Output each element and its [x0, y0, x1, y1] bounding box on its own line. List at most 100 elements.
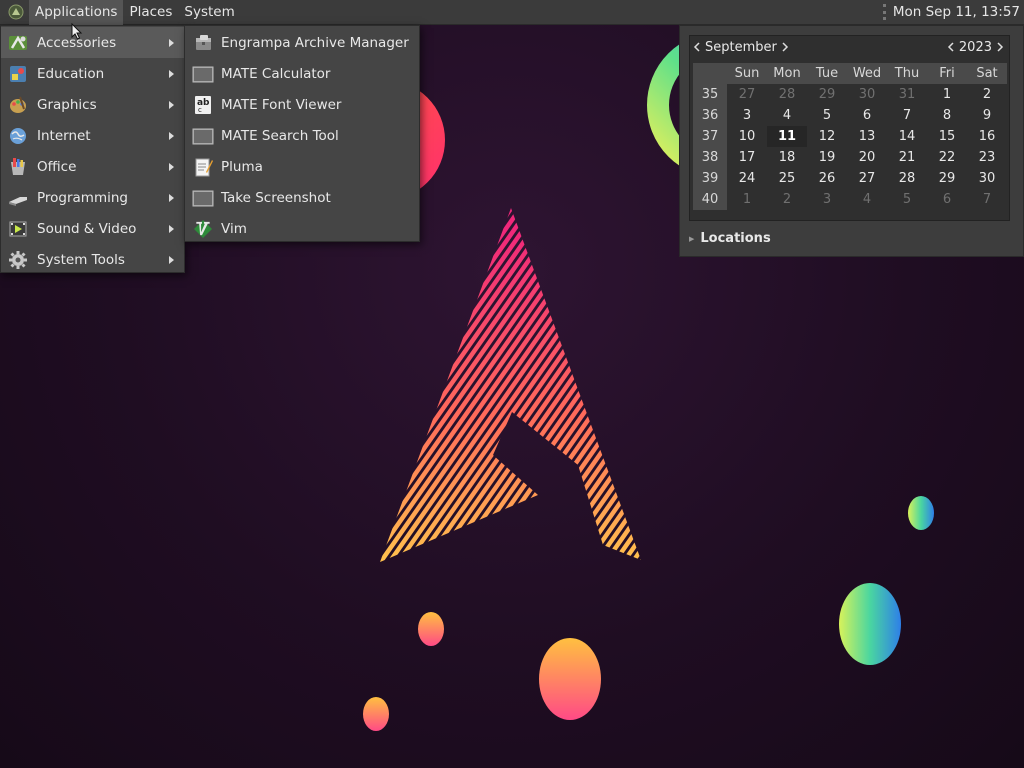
menu-item-take-screenshot[interactable]: Take Screenshot — [185, 182, 419, 213]
system-menu[interactable]: System — [178, 0, 240, 25]
menu-item-font-viewer[interactable]: abc MATE Font Viewer — [185, 89, 419, 120]
accessories-icon — [7, 32, 29, 54]
chevron-right-icon — [167, 213, 175, 244]
calendar-day[interactable]: 8 — [927, 105, 967, 126]
calendar-day[interactable]: 5 — [807, 105, 847, 126]
menu-item-sound-video[interactable]: Sound & Video — [1, 213, 184, 244]
calendar-day[interactable]: 3 — [727, 105, 767, 126]
chevron-right-icon — [167, 58, 175, 89]
distro-logo-icon[interactable] — [6, 2, 26, 22]
calendar-day[interactable]: 17 — [727, 147, 767, 168]
panel-drag-handle[interactable] — [882, 4, 887, 20]
places-menu[interactable]: Places — [123, 0, 178, 25]
calendar-day[interactable]: 20 — [847, 147, 887, 168]
calendar-day[interactable]: 25 — [767, 168, 807, 189]
menu-item-pluma[interactable]: Pluma — [185, 151, 419, 182]
week-number: 37 — [693, 126, 727, 147]
next-month-button[interactable] — [778, 36, 792, 58]
calendar-day[interactable]: 28 — [887, 168, 927, 189]
menu-item-system-tools[interactable]: System Tools — [1, 244, 184, 275]
calendar-day[interactable]: 15 — [927, 126, 967, 147]
locations-expander[interactable]: ▶ Locations — [689, 231, 771, 246]
menu-item-internet[interactable]: Internet — [1, 120, 184, 151]
calendar-day[interactable]: 30 — [847, 84, 887, 105]
weekday-label: Sun — [727, 63, 767, 84]
menu-item-search-tool[interactable]: MATE Search Tool — [185, 120, 419, 151]
education-icon — [7, 63, 29, 85]
graphics-icon — [7, 94, 29, 116]
calendar-day[interactable]: 3 — [807, 189, 847, 210]
calendar-day[interactable]: 1 — [727, 189, 767, 210]
svg-text:b: b — [203, 98, 210, 108]
calendar-day[interactable]: 13 — [847, 126, 887, 147]
menu-item-accessories[interactable]: Accessories — [1, 27, 184, 58]
weekday-header-row: Sun Mon Tue Wed Thu Fri Sat — [693, 63, 1007, 84]
calendar-day[interactable]: 4 — [767, 105, 807, 126]
calendar-day[interactable]: 27 — [847, 168, 887, 189]
prev-year-button[interactable] — [944, 36, 958, 58]
calendar-day[interactable]: 2 — [967, 84, 1007, 105]
menu-item-label: Office — [37, 158, 77, 175]
menu-item-label: Pluma — [221, 158, 263, 175]
vim-icon — [192, 218, 214, 240]
weekday-label: Sat — [967, 63, 1007, 84]
chevron-right-icon — [167, 120, 175, 151]
calendar-day[interactable]: 27 — [727, 84, 767, 105]
calendar-day[interactable]: 10 — [727, 126, 767, 147]
chevron-right-icon — [167, 151, 175, 182]
calendar-popup: September 2023 Sun Mon Tue Wed Thu Fri S… — [679, 25, 1024, 257]
week-number: 38 — [693, 147, 727, 168]
calendar-day[interactable]: 7 — [967, 189, 1007, 210]
calendar-day[interactable]: 12 — [807, 126, 847, 147]
calendar-day[interactable]: 21 — [887, 147, 927, 168]
prev-month-button[interactable] — [690, 36, 704, 58]
calendar-day[interactable]: 16 — [967, 126, 1007, 147]
week-number: 36 — [693, 105, 727, 126]
calculator-icon — [192, 63, 214, 85]
calendar-day[interactable]: 9 — [967, 105, 1007, 126]
calendar-day[interactable]: 18 — [767, 147, 807, 168]
calendar-day[interactable]: 2 — [767, 189, 807, 210]
applications-menu[interactable]: Applications — [29, 0, 124, 25]
menu-item-calculator[interactable]: MATE Calculator — [185, 58, 419, 89]
calendar-day[interactable]: 28 — [767, 84, 807, 105]
next-year-button[interactable] — [993, 36, 1007, 58]
calendar-day[interactable]: 6 — [927, 189, 967, 210]
calendar-day[interactable]: 7 — [887, 105, 927, 126]
expander-arrow-icon: ▶ — [689, 234, 695, 243]
menu-item-label: System Tools — [37, 251, 125, 268]
system-tools-icon — [7, 249, 29, 271]
calendar-day[interactable]: 24 — [727, 168, 767, 189]
calendar-grid: Sun Mon Tue Wed Thu Fri Sat 35 27 28 29 30 31… — [693, 63, 1007, 210]
menu-item-office[interactable]: Office — [1, 151, 184, 182]
calendar-day[interactable]: 19 — [807, 147, 847, 168]
menu-item-label: MATE Calculator — [221, 65, 331, 82]
menu-item-vim[interactable]: Vim — [185, 213, 419, 244]
calendar-day[interactable]: 6 — [847, 105, 887, 126]
calendar-day[interactable]: 11 — [767, 126, 807, 147]
calendar-day[interactable]: 29 — [807, 84, 847, 105]
menu-item-programming[interactable]: Programming — [1, 182, 184, 213]
office-icon — [7, 156, 29, 178]
calendar-day[interactable]: 14 — [887, 126, 927, 147]
week-number: 40 — [693, 189, 727, 210]
menu-item-label: Programming — [37, 189, 128, 206]
calendar-day[interactable]: 23 — [967, 147, 1007, 168]
calendar-day[interactable]: 30 — [967, 168, 1007, 189]
calendar-day[interactable]: 1 — [927, 84, 967, 105]
search-tool-icon — [192, 125, 214, 147]
calendar-day[interactable]: 26 — [807, 168, 847, 189]
weekday-label: Mon — [767, 63, 807, 84]
calendar-day[interactable]: 5 — [887, 189, 927, 210]
chevron-right-icon — [167, 27, 175, 58]
calendar-day[interactable]: 31 — [887, 84, 927, 105]
calendar-week-row: 38 17 18 19 20 21 22 23 — [693, 147, 1007, 168]
menu-item-graphics[interactable]: Graphics — [1, 89, 184, 120]
calendar-day[interactable]: 29 — [927, 168, 967, 189]
calendar-day[interactable]: 22 — [927, 147, 967, 168]
menu-item-engrampa[interactable]: Engrampa Archive Manager — [185, 27, 419, 58]
menu-item-education[interactable]: Education — [1, 58, 184, 89]
calendar-day[interactable]: 4 — [847, 189, 887, 210]
clock[interactable]: Mon Sep 11, 13:57 — [893, 4, 1024, 20]
menu-item-label: Take Screenshot — [221, 189, 331, 206]
